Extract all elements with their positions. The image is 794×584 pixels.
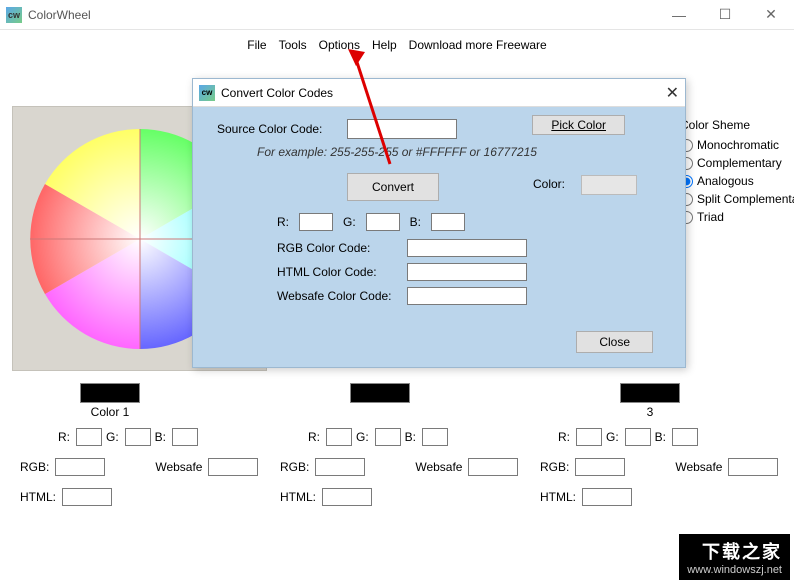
g-input-2[interactable] (375, 428, 401, 446)
scheme-analogous[interactable]: Analogous (680, 174, 794, 188)
websafe-code-2[interactable] (468, 458, 518, 476)
pick-color-button[interactable]: Pick Color (532, 115, 625, 135)
rgb-code-2[interactable] (315, 458, 365, 476)
rgb-inputs-3: R: G: B: (558, 428, 698, 446)
rgb-inputs-2: R: G: B: (308, 428, 448, 446)
color-scheme-group: Color Sheme Monochromatic Complementary … (680, 118, 794, 228)
r-input-2[interactable] (326, 428, 352, 446)
rgb-code-1[interactable] (55, 458, 105, 476)
watermark-url: www.windowszj.net (687, 564, 782, 576)
dialog-b-input[interactable] (431, 213, 465, 231)
scheme-split-complementary[interactable]: Split Complementary (680, 192, 794, 206)
menu-help[interactable]: Help (372, 38, 397, 52)
close-window-button[interactable]: ✕ (748, 0, 794, 30)
dialog-body: Source Color Code: Pick Color For exampl… (193, 107, 685, 367)
dialog-r-input[interactable] (299, 213, 333, 231)
source-color-input[interactable] (347, 119, 457, 139)
websafe-code-3[interactable] (728, 458, 778, 476)
r-input-1[interactable] (76, 428, 102, 446)
dialog-title: Convert Color Codes (221, 86, 333, 100)
html-code-1[interactable] (62, 488, 112, 506)
b-input-1[interactable] (172, 428, 198, 446)
dialog-websafe-code-input[interactable] (407, 287, 527, 305)
websafe-code-1[interactable] (208, 458, 258, 476)
websafe-code-label: Websafe Color Code: (277, 289, 407, 303)
swatch-3-label: 3 (620, 405, 680, 419)
color-preview-label: Color: (533, 177, 565, 191)
window-controls: — ☐ ✕ (656, 0, 794, 30)
titlebar: cw ColorWheel — ☐ ✕ (0, 0, 794, 30)
close-button[interactable]: Close (576, 331, 653, 353)
dialog-icon: cw (199, 85, 215, 101)
swatch-3[interactable] (620, 383, 680, 403)
convert-button[interactable]: Convert (347, 173, 439, 201)
dialog-titlebar: cw Convert Color Codes ✕ (193, 79, 685, 107)
color-preview-swatch (581, 175, 637, 195)
convert-color-codes-dialog: cw Convert Color Codes ✕ Source Color Co… (192, 78, 686, 368)
dialog-g-input[interactable] (366, 213, 400, 231)
swatch-1[interactable] (80, 383, 140, 403)
menu-options[interactable]: Options (319, 38, 360, 52)
menu-download-freeware[interactable]: Download more Freeware (409, 38, 547, 52)
html-code-3[interactable] (582, 488, 632, 506)
menubar: File Tools Options Help Download more Fr… (0, 30, 794, 58)
rgb-code-label: RGB Color Code: (277, 241, 407, 255)
menu-tools[interactable]: Tools (279, 38, 307, 52)
dialog-html-code-input[interactable] (407, 263, 527, 281)
minimize-button[interactable]: — (656, 0, 702, 30)
scheme-triad[interactable]: Triad (680, 210, 794, 224)
maximize-button[interactable]: ☐ (702, 0, 748, 30)
swatch-2[interactable] (350, 383, 410, 403)
html-code-label: HTML Color Code: (277, 265, 407, 279)
example-text: For example: 255-255-255 or #FFFFFF or 1… (257, 145, 661, 159)
g-input-3[interactable] (625, 428, 651, 446)
watermark: 下载之家 www.windowszj.net (679, 534, 790, 580)
dialog-close-icon[interactable]: ✕ (666, 83, 679, 103)
watermark-text: 下载之家 (687, 538, 782, 564)
rgb-code-3[interactable] (575, 458, 625, 476)
color-scheme-title: Color Sheme (680, 118, 794, 132)
b-input-3[interactable] (672, 428, 698, 446)
scheme-complementary[interactable]: Complementary (680, 156, 794, 170)
rgb-inputs-1: R: G: B: (58, 428, 198, 446)
r-input-3[interactable] (576, 428, 602, 446)
app-icon: cw (6, 7, 22, 23)
g-input-1[interactable] (125, 428, 151, 446)
dialog-rgb-code-input[interactable] (407, 239, 527, 257)
menu-file[interactable]: File (247, 38, 266, 52)
swatches-row: Color 1 3 (80, 383, 680, 419)
b-input-2[interactable] (422, 428, 448, 446)
html-code-2[interactable] (322, 488, 372, 506)
source-color-label: Source Color Code: (217, 122, 347, 136)
swatch-1-label: Color 1 (80, 405, 140, 419)
dialog-rgb-inputs: R: G: B: (277, 213, 661, 231)
scheme-monochromatic[interactable]: Monochromatic (680, 138, 794, 152)
window-title: ColorWheel (28, 8, 91, 22)
